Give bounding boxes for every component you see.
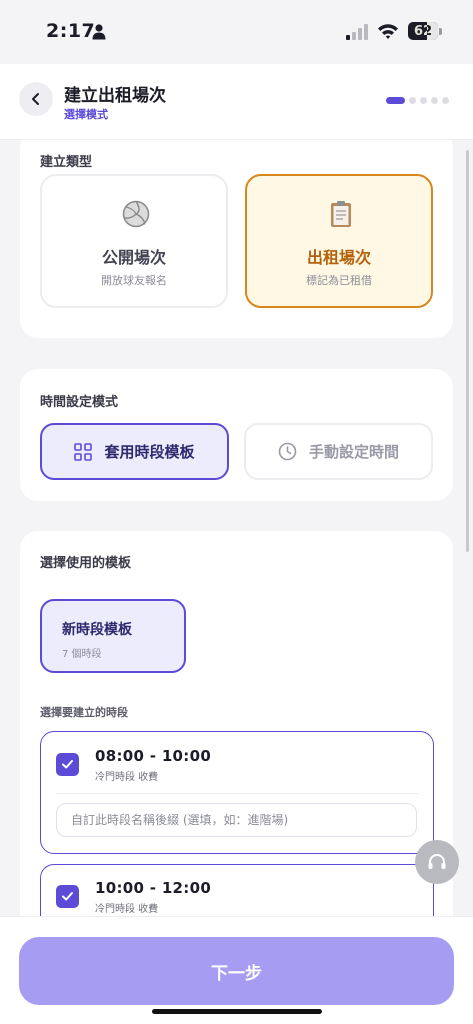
template-label: 選擇使用的模板 <box>40 556 132 571</box>
home-indicator <box>152 1009 322 1014</box>
headset-icon <box>428 854 446 869</box>
manual-time-button[interactable]: 手動設定時間 <box>244 423 433 480</box>
step-dot <box>420 97 427 104</box>
create-type-label: 建立類型 <box>40 155 93 170</box>
template-slot-count: 7 個時段 <box>62 649 102 660</box>
step-dot-active <box>386 97 405 104</box>
rental-session-desc: 標記為已租借 <box>306 274 372 287</box>
step-indicator <box>386 97 449 104</box>
check-icon <box>62 760 73 769</box>
public-session-option[interactable]: 公開場次 開放球友報名 <box>40 174 228 308</box>
scrollbar[interactable] <box>466 150 469 552</box>
battery-indicator: 62 <box>408 22 438 40</box>
create-type-card: 建立類型 公開場次 開放球友報名 出租場次 標記為已租借 <box>20 140 453 338</box>
time-slot-card: 10:00 - 12:00 冷門時段 收費 <box>40 864 434 916</box>
apply-template-label: 套用時段模板 <box>104 443 195 461</box>
slot-time: 08:00 - 10:00 <box>95 747 212 765</box>
public-session-title: 公開場次 <box>101 248 166 267</box>
template-option-selected[interactable]: 新時段模板 7 個時段 <box>40 599 186 673</box>
page-subtitle: 選擇模式 <box>64 108 108 121</box>
grid-icon <box>74 442 93 461</box>
template-card: 選擇使用的模板 新時段模板 7 個時段 選擇要建立的時段 08:00 - 10:… <box>20 531 453 916</box>
content-scroll-area[interactable]: 建立類型 公開場次 開放球友報名 出租場次 標記為已租借 時間設定模式 套用時段… <box>0 140 473 916</box>
public-session-desc: 開放球友報名 <box>101 274 167 287</box>
slot-suffix-input[interactable] <box>56 803 417 837</box>
page-title: 建立出租場次 <box>64 86 166 106</box>
time-mode-card: 時間設定模式 套用時段模板 手動設定時間 <box>20 369 453 501</box>
step-dot <box>442 97 449 104</box>
volleyball-icon <box>122 200 150 228</box>
slot-checkbox[interactable] <box>56 753 79 776</box>
apply-template-button[interactable]: 套用時段模板 <box>40 423 229 480</box>
support-button[interactable] <box>415 840 459 884</box>
back-button[interactable] <box>19 82 53 116</box>
slot-meta: 冷門時段 收費 <box>95 772 159 783</box>
time-slot-card: 08:00 - 10:00 冷門時段 收費 <box>40 731 434 854</box>
clock-icon <box>278 442 297 461</box>
manual-time-label: 手動設定時間 <box>308 443 399 461</box>
slots-label: 選擇要建立的時段 <box>40 706 128 719</box>
battery-level: 62 <box>413 23 433 39</box>
slot-time: 10:00 - 12:00 <box>95 879 212 897</box>
page-header: 建立出租場次 選擇模式 <box>0 64 473 140</box>
step-dot <box>431 97 438 104</box>
check-icon <box>62 892 73 901</box>
clipboard-icon <box>331 201 351 227</box>
time-mode-label: 時間設定模式 <box>40 395 119 410</box>
person-icon <box>92 24 106 40</box>
cellular-signal-icon <box>346 24 368 40</box>
status-time: 2:17 <box>46 20 96 42</box>
slot-meta: 冷門時段 收費 <box>95 904 159 915</box>
step-dot <box>409 97 416 104</box>
chevron-left-icon <box>32 93 39 105</box>
next-step-button[interactable]: 下一步 <box>19 937 454 1005</box>
template-name: 新時段模板 <box>62 622 132 638</box>
wifi-icon <box>378 24 398 39</box>
slot-checkbox[interactable] <box>56 885 79 908</box>
rental-session-title: 出租場次 <box>306 248 371 267</box>
rental-session-option[interactable]: 出租場次 標記為已租借 <box>245 174 433 308</box>
footer-bar: 下一步 <box>0 916 473 1024</box>
status-bar: 2:17 62 <box>0 0 473 64</box>
